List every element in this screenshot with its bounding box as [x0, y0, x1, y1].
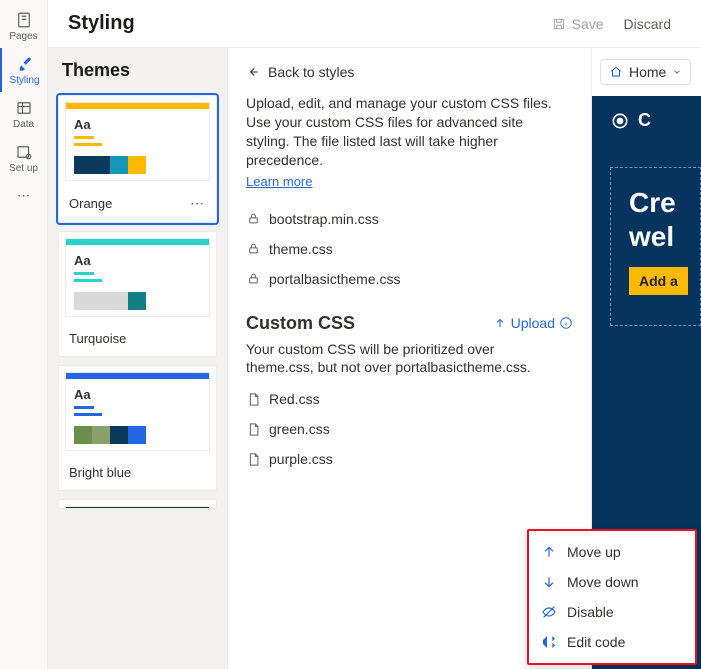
gear-icon	[15, 143, 33, 161]
context-move-up[interactable]: Move up	[529, 537, 695, 567]
custom-css-file[interactable]: purple.css	[246, 451, 573, 467]
file-icon	[246, 422, 261, 437]
back-label: Back to styles	[268, 64, 354, 80]
theme-more-button[interactable]: ⋯	[190, 195, 206, 212]
context-label: Disable	[567, 604, 614, 620]
theme-preview: Aa	[59, 366, 216, 459]
upload-label: Upload	[511, 315, 555, 331]
rail-item-pages[interactable]: Pages	[0, 4, 48, 48]
hero: Cre wel Add a	[610, 167, 701, 326]
home-icon	[609, 65, 623, 79]
preview-toolbar: Home	[592, 48, 701, 96]
brand-text: C	[638, 110, 651, 131]
context-menu: Move up Move down Disable Edit code	[527, 529, 697, 665]
theme-card[interactable]: Aa Turquoise	[58, 231, 217, 357]
rail-label: Data	[13, 119, 34, 130]
lock-file-icon	[246, 241, 261, 256]
page-title: Styling	[68, 12, 542, 35]
rail-item-data[interactable]: Data	[0, 92, 48, 136]
theme-preview: Aa	[59, 96, 216, 189]
back-to-styles[interactable]: Back to styles	[246, 64, 573, 80]
chevron-down-icon	[672, 67, 682, 77]
custom-css-list: Red.css green.css purple.css	[246, 391, 573, 467]
file-name: bootstrap.min.css	[269, 211, 379, 227]
context-edit-code[interactable]: Edit code	[529, 627, 695, 657]
info-icon	[559, 316, 573, 330]
eye-off-icon	[541, 604, 557, 620]
theme-card[interactable]: Aa Bright blue	[58, 365, 217, 491]
theme-card[interactable]	[58, 499, 217, 509]
code-editor-icon	[541, 634, 557, 650]
file-icon	[246, 452, 261, 467]
arrow-left-icon	[246, 65, 260, 79]
custom-css-header: Custom CSS Upload	[246, 313, 573, 334]
rail-label: Styling	[9, 75, 39, 86]
hero-title-1: Cre	[629, 186, 700, 220]
file-name: theme.css	[269, 241, 333, 257]
context-label: Edit code	[567, 634, 625, 650]
hero-title-2: wel	[629, 220, 700, 254]
theme-preview: Aa	[59, 232, 216, 325]
theme-name: Turquoise	[69, 331, 126, 346]
themes-title: Themes	[48, 48, 227, 89]
save-button[interactable]: Save	[542, 12, 614, 36]
rail-label: Set up	[9, 163, 38, 174]
save-label: Save	[572, 16, 604, 32]
rail-label: Pages	[9, 31, 37, 42]
discard-label: Discard	[624, 16, 671, 32]
page-icon	[15, 11, 33, 29]
themes-list: Aa Orange ⋯ Aa Turq	[48, 89, 227, 669]
custom-css-note: Your custom CSS will be prioritized over…	[246, 340, 546, 378]
custom-css-file[interactable]: Red.css	[246, 391, 573, 407]
upload-icon	[493, 316, 507, 330]
context-disable[interactable]: Disable	[529, 597, 695, 627]
header: Styling Save Discard	[48, 0, 701, 48]
upload-button[interactable]: Upload	[493, 315, 573, 331]
base-css-file[interactable]: bootstrap.min.css	[246, 211, 573, 227]
context-move-down[interactable]: Move down	[529, 567, 695, 597]
arrow-up-icon	[541, 544, 557, 560]
file-icon	[246, 392, 261, 407]
theme-name: Bright blue	[69, 465, 131, 480]
file-name: portalbasictheme.css	[269, 271, 401, 287]
styles-description: Upload, edit, and manage your custom CSS…	[246, 94, 556, 170]
base-css-list: bootstrap.min.css theme.css portalbasicthe…	[246, 211, 573, 287]
brand-logo-icon	[610, 111, 630, 131]
home-label: Home	[629, 64, 666, 80]
table-icon	[15, 99, 33, 117]
learn-more-link[interactable]: Learn more	[246, 174, 312, 189]
discard-button[interactable]: Discard	[614, 12, 681, 36]
base-css-file[interactable]: portalbasictheme.css	[246, 271, 573, 287]
lock-file-icon	[246, 211, 261, 226]
file-name: Red.css	[269, 391, 320, 407]
cta-button[interactable]: Add a	[629, 267, 688, 295]
rail-more[interactable]: ⋯	[0, 180, 48, 212]
brush-icon	[16, 55, 34, 73]
custom-css-file[interactable]: green.css	[246, 421, 573, 437]
file-name: purple.css	[269, 451, 333, 467]
context-label: Move up	[567, 544, 621, 560]
rail-item-styling[interactable]: Styling	[0, 48, 48, 92]
theme-name: Orange	[69, 196, 112, 211]
save-icon	[552, 17, 566, 31]
rail-item-setup[interactable]: Set up	[0, 136, 48, 180]
arrow-down-icon	[541, 574, 557, 590]
theme-card[interactable]: Aa Orange ⋯	[58, 95, 217, 223]
brand: C	[610, 110, 701, 131]
themes-panel: Themes Aa Orange ⋯ Aa	[48, 48, 228, 669]
base-css-file[interactable]: theme.css	[246, 241, 573, 257]
home-dropdown[interactable]: Home	[600, 59, 691, 85]
left-rail: Pages Styling Data Set up ⋯	[0, 0, 48, 669]
file-name: green.css	[269, 421, 330, 437]
context-label: Move down	[567, 574, 639, 590]
custom-css-title: Custom CSS	[246, 313, 355, 334]
lock-file-icon	[246, 271, 261, 286]
